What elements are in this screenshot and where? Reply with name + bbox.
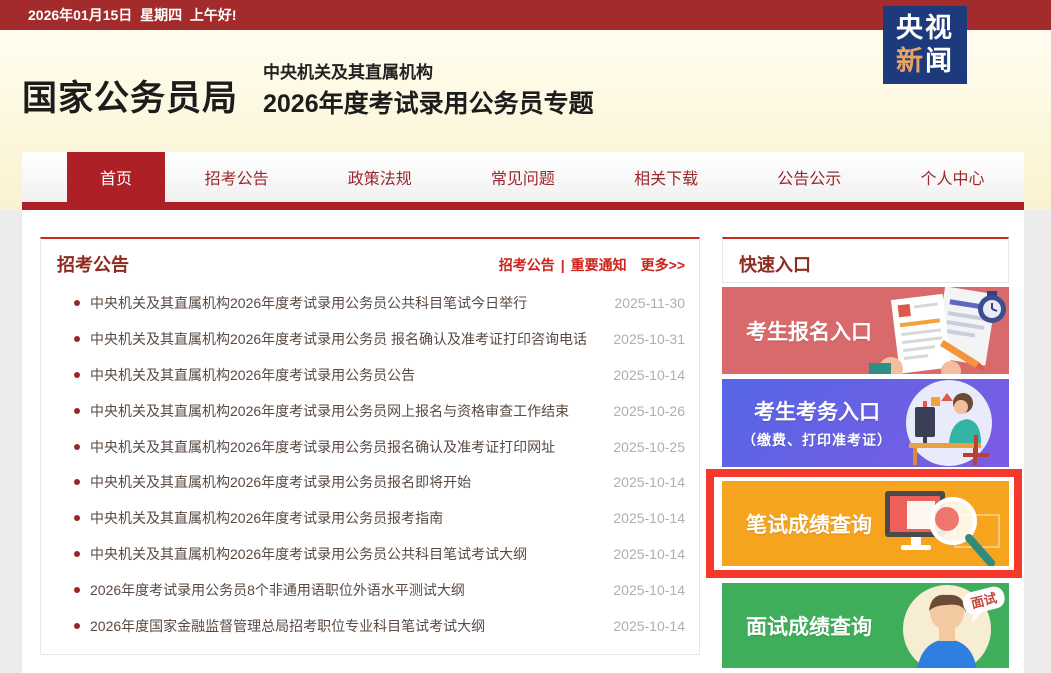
announcements-list: 中央机关及其直属机构2026年度考试录用公务员公共科目笔试今日举行 2025-11… bbox=[57, 285, 685, 644]
list-item[interactable]: 中央机关及其直属机构2026年度考试录用公务员网上报名与资格审查工作结束 2025… bbox=[57, 393, 685, 429]
bullet-icon bbox=[74, 551, 80, 557]
item-date: 2025-10-14 bbox=[613, 618, 685, 634]
candidate-registration-entry-button[interactable]: 考生报名入口 bbox=[722, 287, 1009, 374]
item-date: 2025-10-31 bbox=[613, 331, 685, 347]
button-label: 考生考务入口 （缴费、打印准考证） bbox=[742, 396, 892, 450]
item-date: 2025-10-14 bbox=[613, 510, 685, 526]
item-date: 2025-10-25 bbox=[613, 439, 685, 455]
item-date: 2025-10-14 bbox=[613, 474, 685, 490]
bullet-icon bbox=[74, 300, 80, 306]
written-score-lookup-button[interactable]: 笔试成绩查询 bbox=[722, 481, 1009, 566]
filter-important-notices[interactable]: 重要通知 bbox=[571, 257, 627, 273]
list-item[interactable]: 中央机关及其直属机构2026年度考试录用公务员公告 2025-10-14 bbox=[57, 357, 685, 393]
header-subtitle-line2: 2026年度考试录用公务员专题 bbox=[263, 84, 594, 120]
button-label: 面试成绩查询 bbox=[746, 611, 872, 641]
item-title[interactable]: 中央机关及其直属机构2026年度考试录用公务员报名确认及准考证打印网址 bbox=[90, 437, 601, 457]
item-title[interactable]: 2026年度国家金融监督管理总局招考职位专业科目笔试考试大纲 bbox=[90, 616, 601, 636]
tab-home[interactable]: 首页 bbox=[67, 152, 165, 202]
bullet-icon bbox=[74, 336, 80, 342]
site-title: 国家公务员局 bbox=[22, 70, 238, 121]
main-nav: 首页 招考公告 政策法规 常见问题 相关下载 公告公示 个人中心 bbox=[22, 152, 1024, 202]
magnifier-icon bbox=[931, 499, 991, 563]
item-date: 2025-10-14 bbox=[613, 546, 685, 562]
announcements-panel: 招考公告 招考公告 | 重要通知更多>> 中央机关及其直属机构2026年度考试录用公… bbox=[40, 237, 700, 655]
nav-spacer bbox=[22, 152, 67, 202]
item-title[interactable]: 中央机关及其直属机构2026年度考试录用公务员公告 bbox=[90, 365, 601, 385]
bullet-icon bbox=[74, 587, 80, 593]
bullet-icon bbox=[74, 444, 80, 450]
more-link[interactable]: 更多>> bbox=[641, 257, 685, 273]
item-title[interactable]: 中央机关及其直属机构2026年度考试录用公务员报名即将开始 bbox=[90, 472, 601, 492]
page: 2026年01月15日 星期四 上午好! 央视 新闻 国家公务员局 中央机关及其… bbox=[0, 0, 1051, 673]
header-subtitle-line1: 中央机关及其直属机构 bbox=[263, 58, 433, 83]
exam-affairs-entry-button[interactable]: 考生考务入口 （缴费、打印准考证） bbox=[722, 379, 1009, 467]
nav-underline-strip bbox=[22, 202, 1024, 210]
tab-recruit-announcements[interactable]: 招考公告 bbox=[165, 152, 308, 202]
cctv-news-logo: 央视 新闻 bbox=[883, 6, 967, 84]
button-label: 考生报名入口 bbox=[746, 316, 872, 346]
item-date: 2025-10-26 bbox=[613, 403, 685, 419]
item-date: 2025-10-14 bbox=[613, 367, 685, 383]
button-sub-label: （缴费、打印准考证） bbox=[742, 430, 892, 450]
item-title[interactable]: 中央机关及其直属机构2026年度考试录用公务员公共科目笔试今日举行 bbox=[90, 293, 602, 313]
bullet-icon bbox=[74, 408, 80, 414]
item-title[interactable]: 中央机关及其直属机构2026年度考试录用公务员公共科目笔试考试大纲 bbox=[90, 544, 601, 564]
list-item[interactable]: 中央机关及其直属机构2026年度考试录用公务员公共科目笔试今日举行 2025-11… bbox=[57, 285, 685, 321]
filter-recruit-announcements[interactable]: 招考公告 bbox=[499, 257, 555, 273]
tab-public-notices[interactable]: 公告公示 bbox=[738, 152, 881, 202]
item-title[interactable]: 2026年度考试录用公务员8个非通用语职位外语水平测试大纲 bbox=[90, 580, 601, 600]
tab-faq[interactable]: 常见问题 bbox=[451, 152, 594, 202]
item-date: 2025-10-14 bbox=[613, 582, 685, 598]
logo-line1: 央视 bbox=[883, 12, 967, 45]
quick-entry-title: 快速入口 bbox=[739, 251, 1008, 277]
list-item[interactable]: 中央机关及其直属机构2026年度考试录用公务员报名确认及准考证打印网址 2025-… bbox=[57, 429, 685, 465]
interview-score-lookup-button[interactable]: 面试 面试成绩查询 bbox=[722, 583, 1009, 668]
bullet-icon bbox=[74, 372, 80, 378]
bullet-icon bbox=[74, 623, 80, 629]
score-search-illustration bbox=[859, 481, 1009, 566]
list-item[interactable]: 中央机关及其直属机构2026年度考试录用公务员公共科目笔试考试大纲 2025-10… bbox=[57, 536, 685, 572]
item-title[interactable]: 中央机关及其直属机构2026年度考试录用公务员 报名确认及准考证打印咨询电话 bbox=[90, 329, 601, 349]
item-title[interactable]: 中央机关及其直属机构2026年度考试录用公务员网上报名与资格审查工作结束 bbox=[90, 401, 601, 421]
button-label: 笔试成绩查询 bbox=[746, 509, 872, 539]
announcements-title: 招考公告 bbox=[57, 251, 129, 277]
filter-separator: | bbox=[561, 257, 565, 273]
list-item[interactable]: 中央机关及其直属机构2026年度考试录用公务员 报名确认及准考证打印咨询电话 20… bbox=[57, 321, 685, 357]
item-title[interactable]: 中央机关及其直属机构2026年度考试录用公务员报考指南 bbox=[90, 508, 601, 528]
button-main-label: 考生考务入口 bbox=[754, 401, 880, 424]
bullet-icon bbox=[74, 479, 80, 485]
announcements-header: 招考公告 招考公告 | 重要通知更多>> bbox=[41, 239, 699, 285]
interview-person-illustration: 面试 bbox=[859, 583, 1009, 668]
list-item[interactable]: 中央机关及其直属机构2026年度考试录用公务员报考指南 2025-10-14 bbox=[57, 500, 685, 536]
logo-line2: 新闻 bbox=[883, 45, 967, 78]
quick-entry-panel-header: 快速入口 bbox=[722, 237, 1009, 283]
tab-downloads[interactable]: 相关下载 bbox=[595, 152, 738, 202]
tab-personal-center[interactable]: 个人中心 bbox=[881, 152, 1024, 202]
bullet-icon bbox=[74, 515, 80, 521]
list-item[interactable]: 2026年度国家金融监督管理总局招考职位专业科目笔试考试大纲 2025-10-14 bbox=[57, 608, 685, 644]
logo-highlight-char: 新 bbox=[896, 46, 925, 76]
announcements-links: 招考公告 | 重要通知更多>> bbox=[499, 255, 685, 275]
logo-rest-char: 闻 bbox=[925, 46, 954, 76]
list-item[interactable]: 2026年度考试录用公务员8个非通用语职位外语水平测试大纲 2025-10-14 bbox=[57, 572, 685, 608]
item-date: 2025-11-30 bbox=[614, 295, 685, 311]
tab-policies[interactable]: 政策法规 bbox=[308, 152, 451, 202]
desk-computer-illustration bbox=[879, 379, 1009, 467]
list-item[interactable]: 中央机关及其直属机构2026年度考试录用公务员报名即将开始 2025-10-14 bbox=[57, 465, 685, 501]
